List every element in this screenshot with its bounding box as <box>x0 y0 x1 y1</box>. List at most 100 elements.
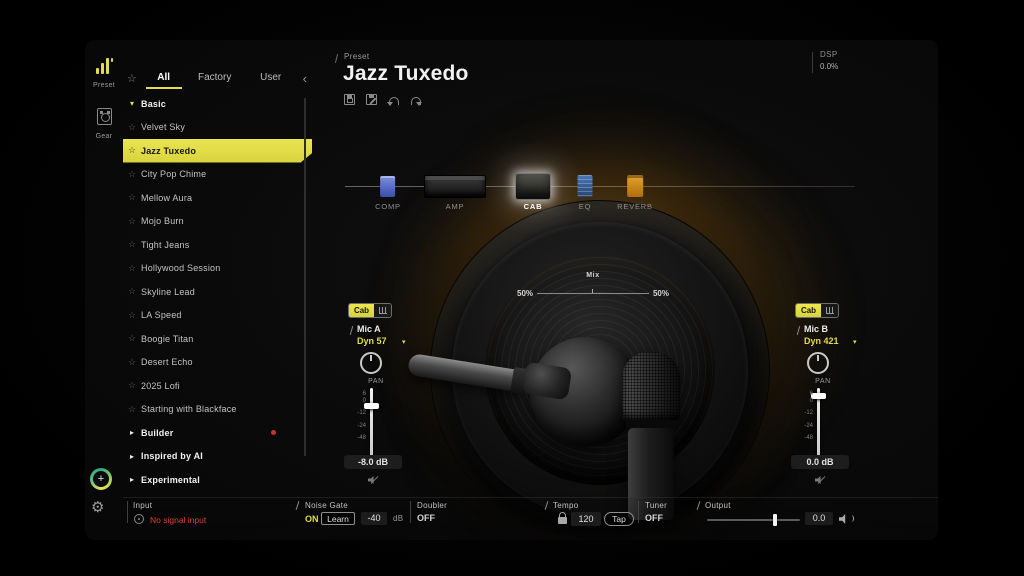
chain-reverb[interactable]: REVERB <box>617 172 653 211</box>
tempo-bpm-value[interactable]: 120 <box>571 512 601 526</box>
ir-toggle-button[interactable] <box>821 304 838 317</box>
mic-a-model-select[interactable]: Dyn 57 <box>357 336 387 346</box>
reverb-icon <box>627 175 643 197</box>
cab-toggle-button[interactable]: Cab <box>349 304 374 317</box>
preset-item-tight-jeans[interactable]: ☆Tight Jeans <box>123 233 312 257</box>
preset-label: Starting with Blackface <box>141 404 237 414</box>
update-badge <box>271 430 276 435</box>
preset-item-hollywood-session[interactable]: ☆Hollywood Session <box>123 257 312 281</box>
mute-icon[interactable] <box>815 475 827 485</box>
redo-icon[interactable] <box>410 94 421 105</box>
output-value[interactable]: 0.0 <box>805 512 833 525</box>
rail-gear-button[interactable]: Gear <box>85 108 123 140</box>
chain-amp[interactable]: AMP <box>424 172 486 211</box>
tab-user[interactable]: User <box>243 68 299 89</box>
doubler-value[interactable]: OFF <box>417 513 435 523</box>
tab-all[interactable]: All <box>141 68 187 89</box>
preset-item-mellow-aura[interactable]: ☆Mellow Aura <box>123 186 312 210</box>
condenser-mic-grille <box>622 352 680 422</box>
preset-list: ▾Basic☆Velvet Sky☆Jazz Tuxedo☆City Pop C… <box>123 92 312 492</box>
favorite-star-icon[interactable]: ☆ <box>123 122 141 133</box>
undo-icon[interactable] <box>388 94 399 105</box>
preset-category-experimental[interactable]: ▸Experimental <box>123 468 312 492</box>
preset-item-mojo-burn[interactable]: ☆Mojo Burn <box>123 210 312 234</box>
preset-item-starting-with-blackface[interactable]: ☆Starting with Blackface <box>123 398 312 422</box>
preset-item-velvet-sky[interactable]: ☆Velvet Sky <box>123 116 312 140</box>
mic-a-fader[interactable]: 60-12-24-48 <box>340 388 412 464</box>
chain-eq[interactable]: EQ <box>578 172 593 211</box>
output-speaker-icon[interactable] <box>839 513 853 524</box>
gear-cab-icon <box>97 108 112 125</box>
favorite-star-icon[interactable]: ☆ <box>123 357 141 368</box>
chain-label: AMP <box>446 202 465 211</box>
preset-category-inspired-by-ai[interactable]: ▸Inspired by AI <box>123 445 312 469</box>
favorite-star-icon[interactable]: ☆ <box>123 286 141 297</box>
preset-item-jazz-tuxedo[interactable]: ☆Jazz Tuxedo <box>123 139 312 163</box>
noise-gate-unit: dB <box>393 514 403 523</box>
chevron-down-icon[interactable]: ▾ <box>853 338 857 346</box>
preset-item-la-speed[interactable]: ☆LA Speed <box>123 304 312 328</box>
add-preset-button[interactable]: + <box>90 468 112 490</box>
mic-b-fader-handle[interactable] <box>811 393 826 399</box>
preset-item-desert-echo[interactable]: ☆Desert Echo <box>123 351 312 375</box>
preset-item-2025-lofi[interactable]: ☆2025 Lofi <box>123 374 312 398</box>
save-as-icon[interactable] <box>366 94 377 105</box>
mix-left-value: 50% <box>517 289 533 298</box>
noise-gate-threshold[interactable]: -40 <box>361 512 387 525</box>
mic-a-level-value[interactable]: -8.0 dB <box>344 455 402 469</box>
tuner-value[interactable]: OFF <box>645 513 663 523</box>
mic-b-level-value[interactable]: 0.0 dB <box>791 455 849 469</box>
chain-icon-box <box>578 172 593 200</box>
chain-cab[interactable]: CAB <box>515 172 551 211</box>
preset-category-basic[interactable]: ▾Basic <box>123 92 312 116</box>
sidebar-scrollbar[interactable] <box>304 98 306 456</box>
section-divider <box>545 501 549 510</box>
favorite-star-icon[interactable]: ☆ <box>123 380 141 391</box>
preset-label: City Pop Chime <box>141 169 206 179</box>
chain-comp[interactable]: COMP <box>375 172 401 211</box>
tempo-lock-icon[interactable] <box>558 517 567 524</box>
mix-slider-handle[interactable] <box>592 289 593 293</box>
ir-toggle-button[interactable] <box>374 304 391 317</box>
mic-b-model-select[interactable]: Dyn 421 <box>804 336 839 346</box>
preset-item-skyline-lead[interactable]: ☆Skyline Lead <box>123 280 312 304</box>
favorite-star-icon[interactable]: ☆ <box>123 333 141 344</box>
mute-icon[interactable] <box>368 475 380 485</box>
save-icon[interactable] <box>344 94 355 105</box>
mix-slider[interactable] <box>537 293 649 294</box>
favorite-star-icon[interactable]: ☆ <box>123 192 141 203</box>
noise-gate-learn-button[interactable]: Learn <box>321 512 355 525</box>
preset-label: Mellow Aura <box>141 193 192 203</box>
favorite-star-icon[interactable]: ☆ <box>123 239 141 250</box>
tempo-tap-button[interactable]: Tap <box>604 512 634 526</box>
preset-label: Experimental <box>141 475 200 485</box>
mic-b-fader[interactable]: 60-12-24-48 <box>787 388 859 464</box>
fader-track[interactable] <box>370 388 373 462</box>
sidebar-collapse-chevron-icon[interactable]: ‹ <box>299 71 311 86</box>
preset-category-builder[interactable]: ▸Builder <box>123 421 312 445</box>
tab-factory[interactable]: Factory <box>187 68 243 89</box>
preset-item-boogie-titan[interactable]: ☆Boogie Titan <box>123 327 312 351</box>
favorite-star-icon[interactable]: ☆ <box>123 169 141 180</box>
favorite-star-icon[interactable]: ☆ <box>123 145 141 156</box>
cab-toggle-button[interactable]: Cab <box>796 304 821 317</box>
preset-label: Hollywood Session <box>141 263 220 273</box>
mic-a-pan-label: PAN <box>340 378 412 385</box>
mic-b-pan-knob[interactable] <box>807 352 829 374</box>
chevron-down-icon[interactable]: ▾ <box>402 338 406 346</box>
favorite-star-icon[interactable]: ☆ <box>123 310 141 321</box>
rail-preset-button[interactable]: Preset <box>85 58 123 89</box>
favorite-star-icon[interactable]: ☆ <box>123 263 141 274</box>
mic-a-pan-knob[interactable] <box>360 352 382 374</box>
noise-gate-on-toggle[interactable]: ON <box>305 514 319 524</box>
fader-tick-label: -24 <box>340 423 366 429</box>
mic-a-fader-handle[interactable] <box>364 403 379 409</box>
favorite-star-icon[interactable]: ☆ <box>123 404 141 415</box>
preset-item-city-pop-chime[interactable]: ☆City Pop Chime <box>123 163 312 187</box>
settings-gear-icon[interactable]: ⚙ <box>91 498 104 516</box>
favorites-filter-star-icon[interactable]: ☆ <box>123 72 141 85</box>
output-slider-handle[interactable] <box>773 514 777 526</box>
fader-track[interactable] <box>817 388 820 462</box>
output-slider[interactable] <box>707 519 800 521</box>
favorite-star-icon[interactable]: ☆ <box>123 216 141 227</box>
